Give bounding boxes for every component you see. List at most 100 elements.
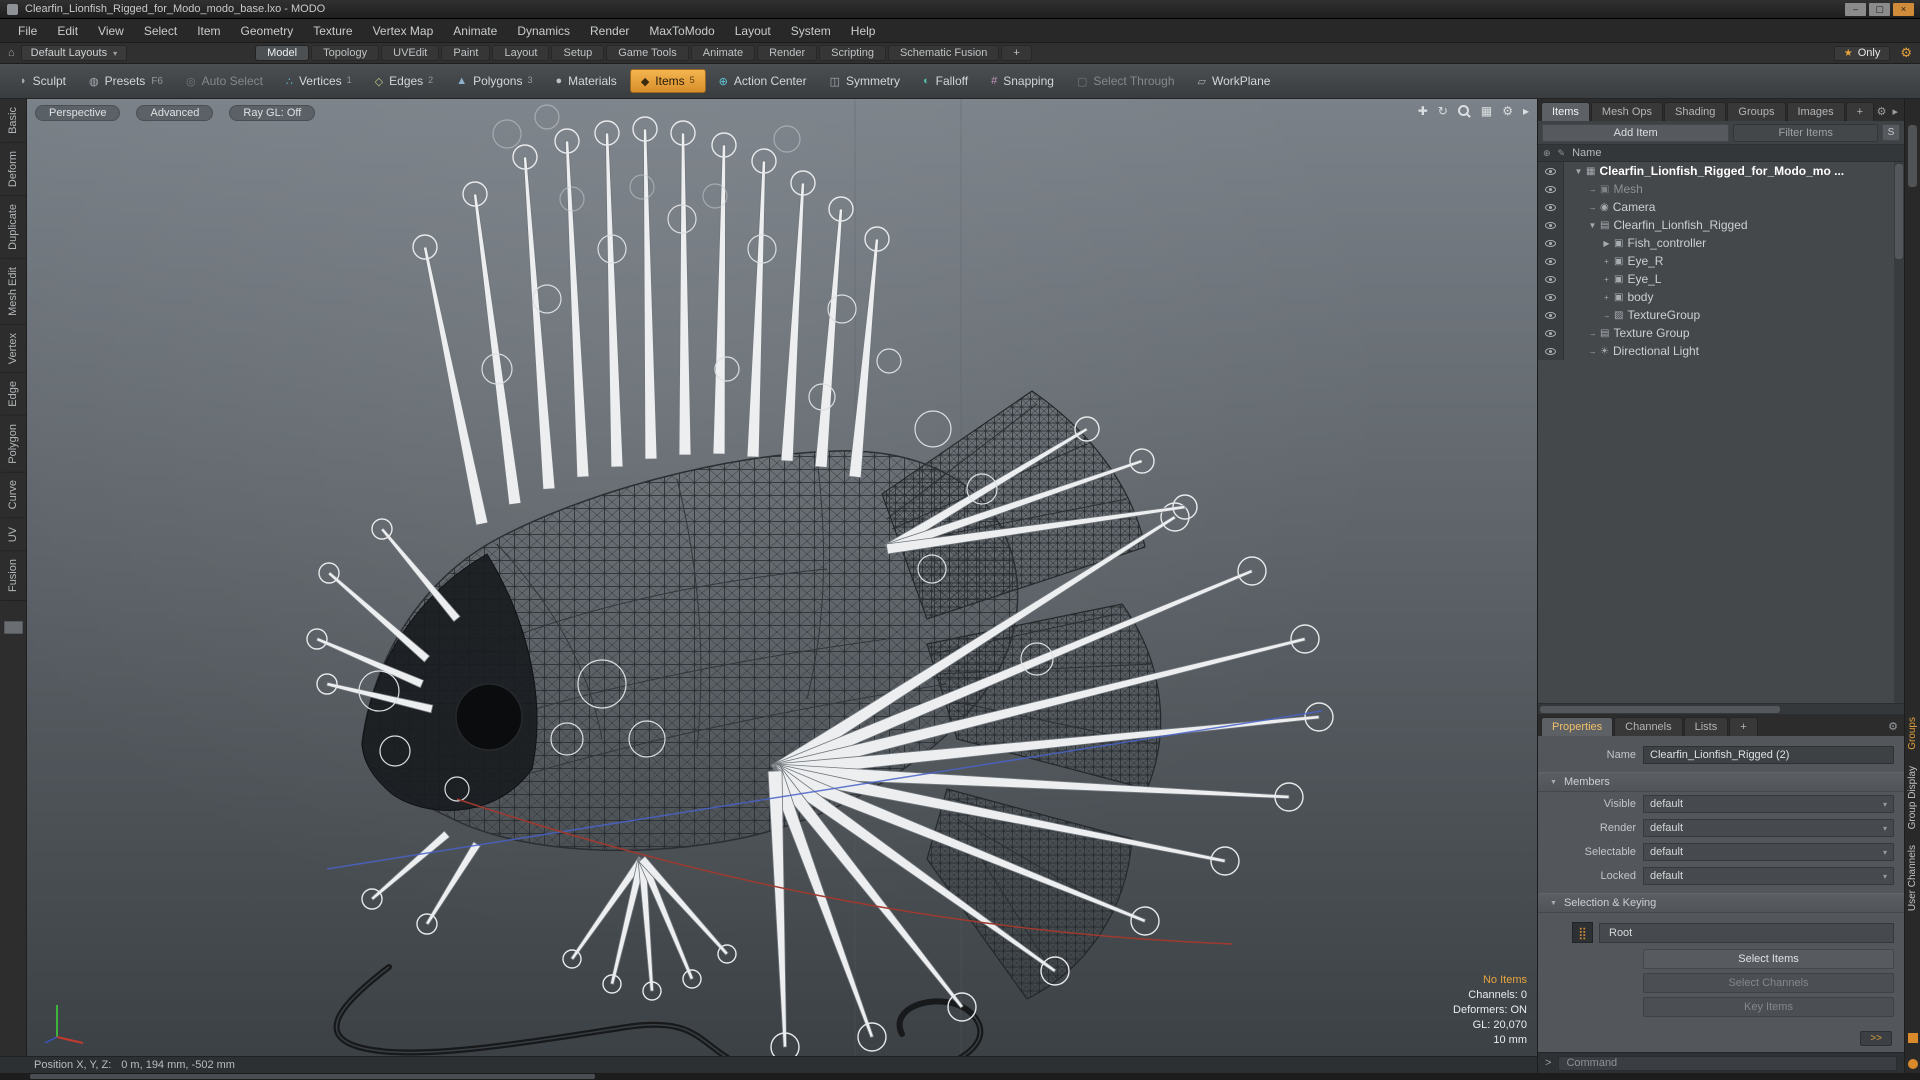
tree-expand-arrow[interactable]: → [1586,329,1599,338]
panel-tab-groups[interactable]: Groups [1727,102,1785,121]
layout-tab-paint[interactable]: Paint [441,45,490,61]
visibility-eye-icon[interactable] [1545,312,1556,319]
tool-polygons[interactable]: ▲Polygons3 [446,70,542,92]
menu-render[interactable]: Render [580,19,639,43]
menu-edit[interactable]: Edit [47,19,88,43]
tree-row-texture-group[interactable]: →▤Texture Group [1538,324,1904,342]
tree-row-body[interactable]: +▣body [1538,288,1904,306]
minimize-button[interactable]: – [1845,3,1866,16]
tree-expand-arrow[interactable]: ▼ [1586,221,1599,230]
palette-handle[interactable] [4,621,23,634]
edge-tab-group-display[interactable]: Group Display [1907,766,1918,829]
menu-item[interactable]: Item [187,19,230,43]
layout-tab-layout[interactable]: Layout [492,45,549,61]
side-tab-duplicate[interactable]: Duplicate [1,196,26,259]
tool-select-through[interactable]: ▢Select Through [1067,70,1185,92]
root-button[interactable]: Root [1599,923,1894,943]
search-mode-button[interactable]: S [1882,124,1900,141]
side-tab-polygon[interactable]: Polygon [1,416,26,473]
panel-scrollbar[interactable] [1908,125,1917,187]
menu-vertex-map[interactable]: Vertex Map [363,19,444,43]
add-item-button[interactable]: Add Item [1542,124,1729,142]
layout-tab-model[interactable]: Model [255,45,309,61]
properties-tab-properties[interactable]: Properties [1541,717,1613,736]
viewport-advanced-button[interactable]: Advanced [136,105,213,121]
visibility-eye-icon[interactable] [1545,204,1556,211]
viewport-perspective-button[interactable]: Perspective [35,105,120,121]
side-tab-fusion[interactable]: Fusion [1,551,26,601]
tool-snapping[interactable]: #Snapping [981,70,1064,92]
menu-texture[interactable]: Texture [303,19,362,43]
tool-action-center[interactable]: ⊕Action Center [709,70,817,92]
side-tab-mesh-edit[interactable]: Mesh Edit [1,259,26,325]
shade-icon[interactable]: ▦ [1481,104,1492,118]
settings-icon[interactable]: ⚙ [1502,104,1513,118]
side-tab-curve[interactable]: Curve [1,472,26,518]
timeline-scrollbar[interactable] [30,1074,595,1079]
viewport-3d[interactable]: PerspectiveAdvancedRay GL: Off ✚↻▦⚙▸ No … [27,99,1537,1056]
tree-expand-arrow[interactable]: → [1586,185,1599,194]
menu-view[interactable]: View [88,19,134,43]
select-channels-button[interactable]: Select Channels [1643,973,1894,993]
properties-tab-channels[interactable]: Channels [1614,717,1682,736]
tree-expand-arrow[interactable]: + [1600,257,1613,266]
properties-tab-add[interactable]: + [1729,717,1757,736]
tree-vertical-scrollbar[interactable] [1894,162,1904,703]
visible-dropdown[interactable]: default▾ [1643,795,1894,813]
tool-presets[interactable]: ◍PresetsF6 [79,70,173,92]
layout-tab-uvedit[interactable]: UVEdit [381,45,439,61]
tree-row-clearfin-lionfish-rigged-for-modo-mo[interactable]: ▼▦Clearfin_Lionfish_Rigged_for_Modo_mo .… [1538,162,1904,180]
tree-row-clearfin-lionfish-rigged[interactable]: ▼▤Clearfin_Lionfish_Rigged [1538,216,1904,234]
panel-expand-icon[interactable]: ▸ [1892,105,1898,118]
settings-gear-icon[interactable]: ⚙ [1900,45,1912,61]
tree-row-mesh[interactable]: →▣Mesh [1538,180,1904,198]
tree-horizontal-scrollbar[interactable] [1538,703,1904,714]
layout-tab-add[interactable]: + [1001,45,1031,61]
tool-vertices[interactable]: ∴Vertices1 [276,70,362,92]
menu-layout[interactable]: Layout [725,19,781,43]
default-layouts-button[interactable]: Default Layouts ▾ [21,45,127,61]
menu-maxtomodo[interactable]: MaxToModo [639,19,724,43]
tree-expand-arrow[interactable]: → [1586,347,1599,356]
properties-gear-icon[interactable]: ⚙ [1888,720,1898,733]
tree-row-eye-r[interactable]: +▣Eye_R [1538,252,1904,270]
tree-expand-arrow[interactable]: + [1600,293,1613,302]
command-history-icon[interactable] [1908,1059,1918,1069]
side-tab-basic[interactable]: Basic [1,99,26,143]
panel-tab-items[interactable]: Items [1541,102,1590,121]
tree-row-camera[interactable]: →◉Camera [1538,198,1904,216]
panel-tab-images[interactable]: Images [1787,102,1845,121]
visibility-eye-icon[interactable] [1545,348,1556,355]
tool-falloff[interactable]: ◐Falloff [913,70,978,92]
side-tab-edge[interactable]: Edge [1,373,26,416]
render-dropdown[interactable]: default▾ [1643,819,1894,837]
name-field[interactable]: Clearfin_Lionfish_Rigged (2) [1643,746,1894,764]
tool-workplane[interactable]: ▱WorkPlane [1188,70,1281,92]
close-button[interactable]: × [1893,3,1914,16]
expand-icon[interactable]: ▸ [1523,104,1529,118]
command-input[interactable]: Command [1558,1056,1897,1071]
visibility-eye-icon[interactable] [1545,294,1556,301]
tree-expand-arrow[interactable]: ▶ [1600,239,1613,248]
filter-items-input[interactable]: Filter Items [1733,124,1878,142]
panel-tab-add[interactable]: + [1846,102,1874,121]
tool-materials[interactable]: ●Materials [545,70,626,92]
tree-expand-arrow[interactable]: → [1586,203,1599,212]
menu-system[interactable]: System [781,19,841,43]
panel-gear-icon[interactable]: ⚙ [1877,105,1887,118]
select-items-button[interactable]: Select Items [1643,949,1894,969]
visibility-eye-icon[interactable] [1545,222,1556,229]
side-tab-uv[interactable]: UV [1,519,26,551]
menu-animate[interactable]: Animate [443,19,507,43]
edge-tab-groups[interactable]: Groups [1907,717,1918,750]
tree-expand-arrow[interactable]: → [1600,311,1613,320]
layout-tab-render[interactable]: Render [757,45,817,61]
menu-dynamics[interactable]: Dynamics [507,19,580,43]
key-items-button[interactable]: Key Items [1643,997,1894,1017]
layout-tab-game-tools[interactable]: Game Tools [606,45,689,61]
tree-row-fish-controller[interactable]: ▶▣Fish_controller [1538,234,1904,252]
tree-expand-arrow[interactable]: ▼ [1572,167,1585,176]
zoom-icon[interactable] [1458,105,1471,118]
panel-tab-shading[interactable]: Shading [1664,102,1726,121]
layout-tab-topology[interactable]: Topology [311,45,379,61]
